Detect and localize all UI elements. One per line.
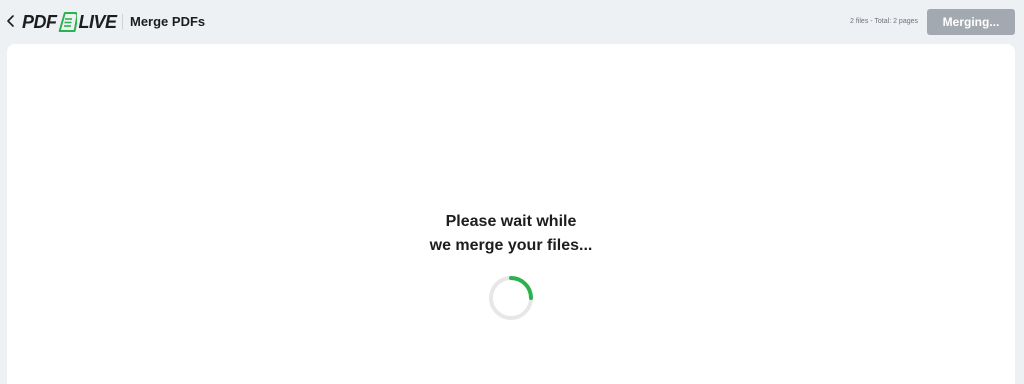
document-icon <box>58 12 77 32</box>
wait-message-line-1: Please wait while <box>445 213 577 230</box>
logo-text-pdf: PDF <box>22 12 57 32</box>
back-button[interactable] <box>6 14 16 28</box>
wait-message: Please wait while we merge your files... <box>7 210 1015 258</box>
wait-message-line-2: we merge your files... <box>429 237 593 254</box>
page-title: Merge PDFs <box>130 14 206 29</box>
chevron-left-icon <box>7 15 14 27</box>
top-bar: PDF LIVE Merge PDFs 2 files - Total: 2 p… <box>0 0 1024 44</box>
loading-spinner-icon <box>489 276 533 320</box>
logo-text-live: LIVE <box>78 12 118 32</box>
header-divider <box>122 14 123 30</box>
file-count-summary: 2 files - Total: 2 pages <box>850 18 918 25</box>
pdflive-logo[interactable]: PDF LIVE <box>22 12 117 32</box>
main-panel: Please wait while we merge your files... <box>7 44 1015 384</box>
merge-button[interactable]: Merging... <box>927 9 1015 35</box>
